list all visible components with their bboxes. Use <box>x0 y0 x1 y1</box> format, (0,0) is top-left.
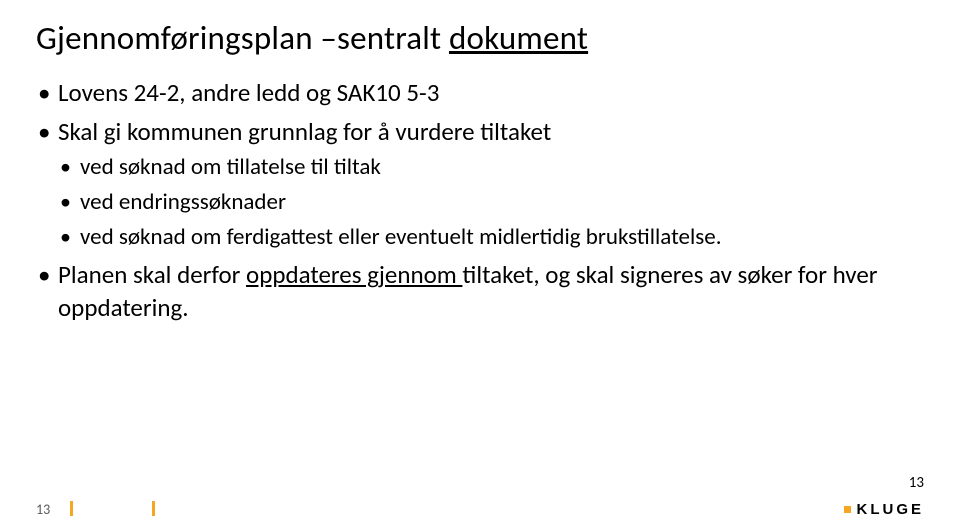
accent-bar-icon <box>70 501 73 516</box>
accent-bar-icon <box>152 501 155 516</box>
bullet-1: Lovens 24-2, andre ledd og SAK10 5-3 <box>36 76 924 109</box>
bullet-2-text: Skal gi kommunen grunnlag for å vurdere … <box>58 116 551 147</box>
logo-text: KLUGE <box>857 501 925 518</box>
sub-bullet-3: ved søknad om ferdigattest eller eventue… <box>58 222 924 253</box>
bullet-2: Skal gi kommunen grunnlag for å vurdere … <box>36 115 924 252</box>
title-text: Gjennomføringsplan –sentralt <box>36 18 449 58</box>
logo-square-icon <box>844 506 851 513</box>
page-number-left: 13 <box>36 501 50 518</box>
footer: 13 13 KLUGE <box>0 494 960 518</box>
brand-logo: KLUGE <box>844 501 925 518</box>
bullet-list: Lovens 24-2, andre ledd og SAK10 5-3 Ska… <box>36 76 924 324</box>
sub-bullet-2: ved endringssøknader <box>58 187 924 218</box>
sub-bullet-2-text: ved endringssøknader <box>80 188 286 216</box>
sub-bullet-list: ved søknad om tillatelse til tiltak ved … <box>58 152 924 252</box>
sub-bullet-1: ved søknad om tillatelse til tiltak <box>58 152 924 183</box>
bullet-3-pre: Planen skal derfor <box>58 259 246 290</box>
bullet-3-underlined: oppdateres gjennom <box>246 259 462 290</box>
bullet-3: Planen skal derfor oppdateres gjennom ti… <box>36 258 924 324</box>
bullet-1-text: Lovens 24-2, andre ledd og SAK10 5-3 <box>58 77 439 108</box>
slide: Gjennomføringsplan –sentralt dokument Lo… <box>0 0 960 530</box>
slide-title: Gjennomføringsplan –sentralt dokument <box>36 18 924 58</box>
sub-bullet-1-text: ved søknad om tillatelse til tiltak <box>80 153 381 181</box>
page-number-right: 13 <box>909 474 924 492</box>
sub-bullet-3-text: ved søknad om ferdigattest eller eventue… <box>80 223 722 251</box>
title-underlined: dokument <box>449 18 588 58</box>
